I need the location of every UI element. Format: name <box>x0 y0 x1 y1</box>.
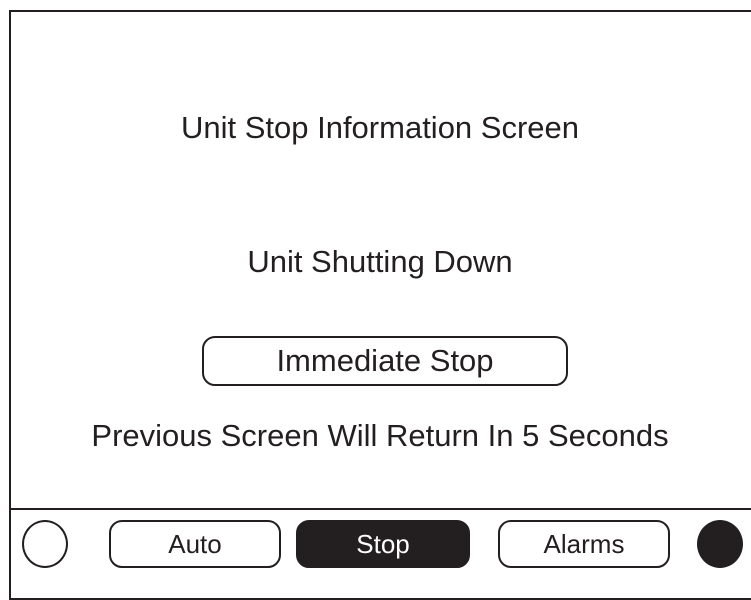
status-message: Unit Shutting Down <box>247 244 513 279</box>
screen-title: Unit Stop Information Screen <box>180 110 580 145</box>
auto-button[interactable]: Auto <box>109 520 281 568</box>
right-status-indicator-icon <box>697 520 743 568</box>
left-status-indicator-icon <box>22 520 68 568</box>
stop-button[interactable]: Stop <box>296 520 470 568</box>
alarms-button[interactable]: Alarms <box>498 520 670 568</box>
screen-frame <box>9 10 751 600</box>
nav-divider <box>9 508 751 510</box>
immediate-stop-button[interactable]: Immediate Stop <box>202 336 568 386</box>
return-countdown-message: Previous Screen Will Return In 5 Seconds <box>91 418 669 453</box>
